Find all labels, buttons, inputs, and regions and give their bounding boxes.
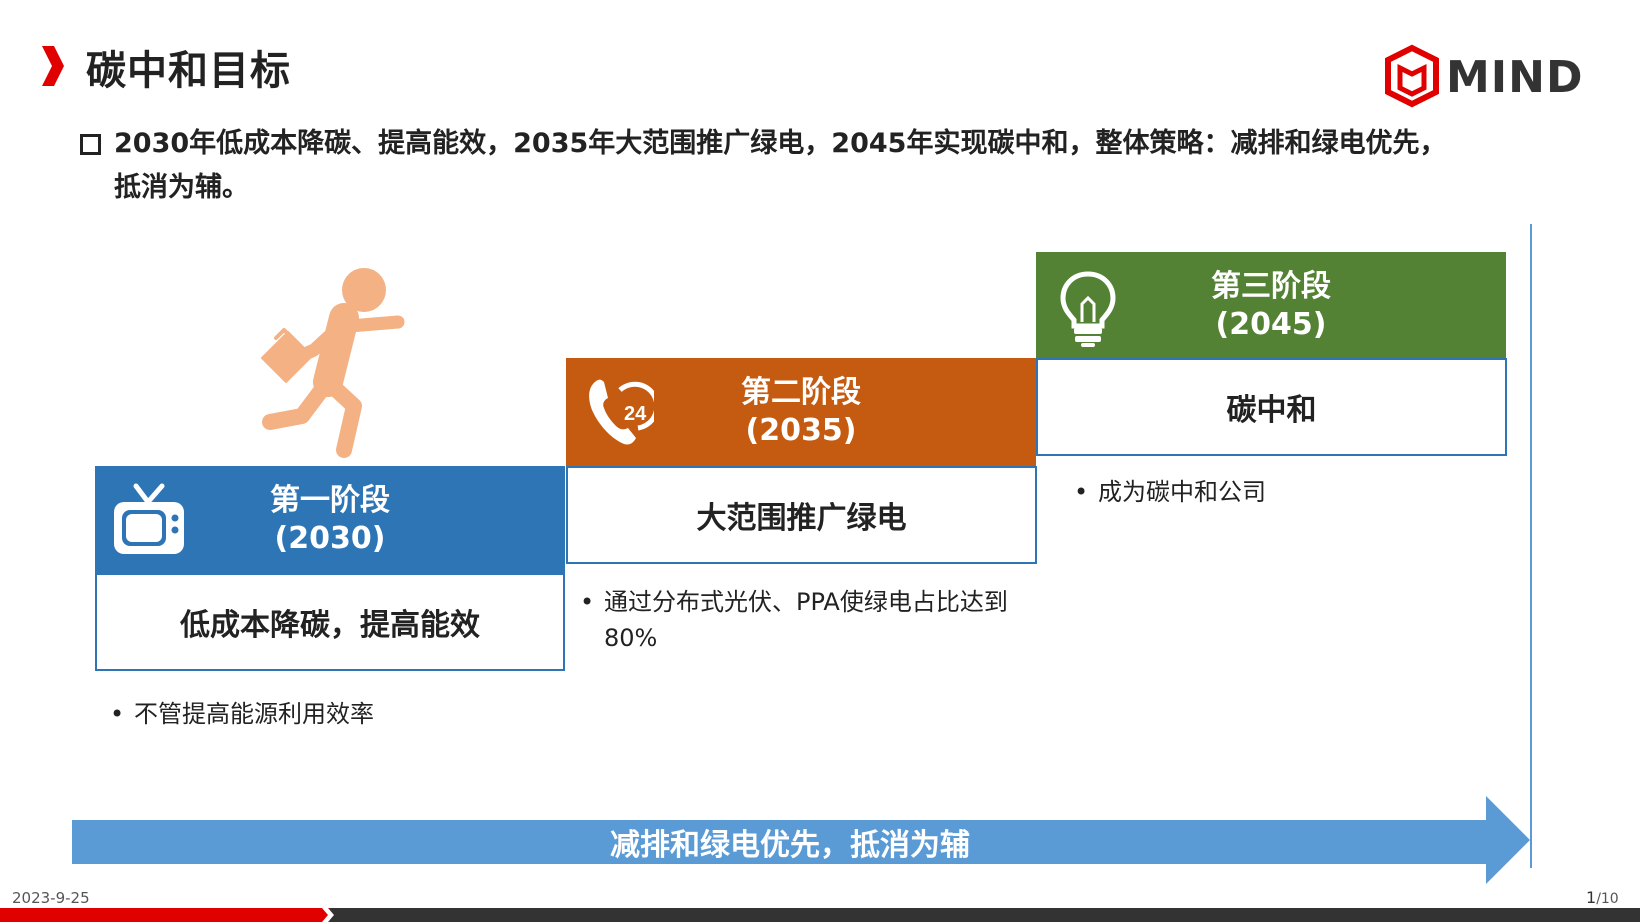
svg-text:24: 24: [624, 403, 647, 425]
footer-notch: [322, 908, 334, 922]
stage-3-goal: 碳中和: [1036, 358, 1507, 456]
stage-1-note-text: 不管提高能源利用效率: [134, 700, 374, 728]
strategy-arrow-label: 减排和绿电优先，抵消为辅: [610, 828, 970, 863]
page-current: 1: [1586, 888, 1597, 907]
stage-2-notes: • 通过分布式光伏、PPA使绿电占比达到 80%: [580, 584, 1020, 656]
stage-1-goal: 低成本降碳，提高能效: [95, 573, 565, 671]
summary-line-1: 2030年低成本降碳、提高能效，2035年大范围推广绿电，2045年实现碳中和，…: [114, 128, 1447, 159]
page-title: 碳中和目标: [86, 48, 291, 94]
list-item: • 成为碳中和公司: [1074, 474, 1514, 510]
summary-text: 2030年低成本降碳、提高能效，2035年大范围推广绿电，2045年实现碳中和，…: [114, 122, 1514, 210]
lightbulb-icon: [1060, 271, 1116, 347]
page-total: /10: [1596, 891, 1619, 907]
stage-1-notes: • 不管提高能源利用效率: [110, 696, 550, 732]
phone-24-icon: 24: [589, 379, 654, 445]
square-bullet-icon: [80, 134, 101, 155]
footer-bar-accent: [0, 908, 330, 922]
footer-date: 2023-9-25: [12, 889, 90, 907]
stage-2-note-text: 通过分布式光伏、PPA使绿电占比达到: [604, 588, 1008, 616]
stage-3-note-text: 成为碳中和公司: [1098, 478, 1266, 506]
logo-text: MIND: [1446, 52, 1584, 103]
stage-2-goal: 大范围推广绿电: [566, 466, 1037, 564]
bullet-dot: •: [110, 700, 125, 728]
summary-line-2: 抵消为辅。: [114, 172, 249, 203]
bullet-dot: •: [1074, 478, 1089, 506]
list-item: • 不管提高能源利用效率: [110, 696, 550, 732]
list-item-continued: 80%: [580, 620, 1020, 656]
chevron-right-icon: [42, 46, 64, 86]
bullet-dot: •: [580, 588, 595, 616]
stage-3-notes: • 成为碳中和公司: [1074, 474, 1514, 510]
footer-bar: [330, 908, 1640, 922]
runner-icon: [261, 268, 405, 458]
stage-2-note-text-2: 80%: [604, 624, 658, 652]
tv-icon: [114, 483, 184, 554]
list-item: • 通过分布式光伏、PPA使绿电占比达到: [580, 584, 1020, 620]
vertical-divider: [1530, 224, 1532, 868]
page-number: 1/10: [1586, 888, 1619, 907]
